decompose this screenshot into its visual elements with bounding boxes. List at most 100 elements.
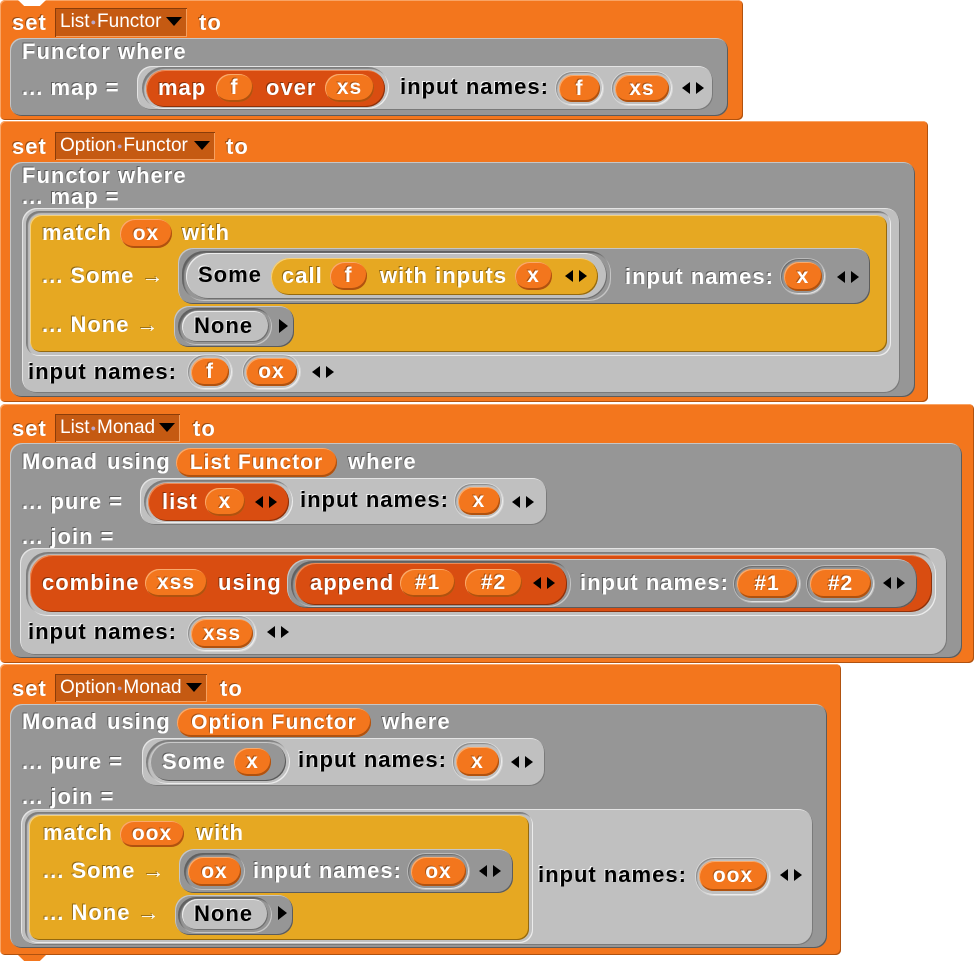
- space-dot: ●: [90, 17, 97, 28]
- right-arrow-icon[interactable]: [897, 577, 905, 589]
- variable-dropdown[interactable]: List●Monad: [55, 414, 180, 442]
- input-name-ox[interactable]: ox: [246, 358, 297, 386]
- map-field-label: ... map =: [22, 75, 120, 100]
- dropdown-arrow-icon[interactable]: [166, 17, 182, 26]
- right-arrow-icon[interactable]: [851, 271, 859, 283]
- input-names-label: input names:: [28, 359, 177, 384]
- input-names-label: input names:: [300, 487, 449, 512]
- input-names-label: input names:: [298, 747, 447, 772]
- set-label: set: [12, 10, 47, 35]
- left-arrow-icon[interactable]: [255, 496, 263, 508]
- space-dot: ●: [116, 682, 123, 693]
- input-name-#2[interactable]: #2: [810, 569, 871, 598]
- right-arrow-icon[interactable]: [269, 496, 277, 508]
- input-name-xss[interactable]: xss: [191, 619, 253, 648]
- to-label: to: [193, 416, 216, 441]
- left-arrow-icon[interactable]: [780, 869, 788, 881]
- variable-f[interactable]: f: [330, 262, 367, 290]
- right-arrow-icon[interactable]: [526, 496, 534, 508]
- input-name-oox[interactable]: oox: [699, 861, 767, 891]
- list-block-label: list: [162, 489, 198, 514]
- right-arrow-icon[interactable]: [281, 626, 289, 638]
- some-block-label: Some: [162, 749, 226, 774]
- functor-variable[interactable]: List Functor: [176, 448, 337, 477]
- input-name-#1[interactable]: #1: [737, 569, 797, 598]
- set-label: set: [12, 134, 47, 159]
- join-field-label: ... join =: [22, 524, 115, 549]
- left-arrow-icon[interactable]: [682, 82, 690, 94]
- left-arrow-icon[interactable]: [312, 366, 320, 378]
- call-label: call: [282, 263, 323, 288]
- right-arrow-icon[interactable]: [794, 869, 802, 881]
- none-case-label: ... None →: [43, 900, 161, 925]
- left-arrow-icon[interactable]: [565, 270, 573, 282]
- input-arrows: [312, 365, 336, 379]
- variable-xss[interactable]: xss: [145, 569, 207, 597]
- variable-ox[interactable]: ox: [188, 857, 241, 886]
- left-arrow-icon[interactable]: [533, 577, 541, 589]
- input-name-x[interactable]: x: [458, 487, 500, 515]
- variable-name: List●Monad: [60, 417, 156, 438]
- variable-dropdown[interactable]: List●Functor: [55, 8, 187, 37]
- pure-field-label: ... pure =: [22, 489, 124, 514]
- input-name-f[interactable]: f: [559, 75, 600, 102]
- variable-#1[interactable]: #1: [400, 569, 455, 597]
- variable-x[interactable]: x: [234, 748, 271, 776]
- type-name-label: Monad: [22, 709, 98, 734]
- match-label: match: [43, 820, 113, 845]
- left-arrow-icon[interactable]: [479, 865, 487, 877]
- some-block-label: Some: [198, 262, 262, 287]
- left-arrow-icon[interactable]: [512, 496, 520, 508]
- right-arrow-icon[interactable]: [326, 366, 334, 378]
- space-dot: ●: [116, 140, 123, 151]
- input-names-label: input names:: [625, 264, 774, 289]
- variable-oox[interactable]: oox: [120, 821, 184, 847]
- input-arrows: [780, 868, 804, 882]
- variable-dropdown[interactable]: Option●Monad: [55, 674, 207, 702]
- map-field-label: ... map =: [22, 184, 120, 209]
- variable-x[interactable]: x: [205, 488, 245, 516]
- variable-x[interactable]: x: [515, 262, 552, 290]
- input-arrows: [837, 270, 861, 284]
- right-arrow-icon[interactable]: [278, 906, 287, 920]
- input-name-x[interactable]: x: [456, 747, 499, 776]
- left-arrow-icon[interactable]: [511, 756, 519, 768]
- to-label: to: [226, 134, 249, 159]
- right-arrow-icon[interactable]: [579, 270, 587, 282]
- input-name-ox[interactable]: ox: [411, 857, 466, 886]
- input-arrows: [565, 269, 589, 283]
- over-label: over: [266, 75, 317, 100]
- left-arrow-icon[interactable]: [883, 577, 891, 589]
- right-arrow-icon[interactable]: [493, 865, 501, 877]
- right-arrow-icon[interactable]: [525, 756, 533, 768]
- type-name-label: Functor: [22, 39, 111, 64]
- dropdown-arrow-icon[interactable]: [194, 141, 210, 150]
- map-block-label: map: [158, 75, 207, 100]
- right-arrow-icon[interactable]: [547, 577, 555, 589]
- dropdown-arrow-icon[interactable]: [159, 423, 175, 432]
- input-arrows: [512, 495, 536, 509]
- variable-xs[interactable]: xs: [325, 74, 374, 102]
- variable-f[interactable]: f: [216, 74, 253, 102]
- variable-ox[interactable]: ox: [120, 219, 172, 248]
- functor-variable[interactable]: Option Functor: [177, 708, 371, 737]
- left-arrow-icon[interactable]: [837, 271, 845, 283]
- input-name-xs[interactable]: xs: [615, 75, 669, 102]
- input-names-label: input names:: [400, 74, 549, 99]
- right-arrow-icon[interactable]: [279, 319, 288, 333]
- variable-#2[interactable]: #2: [465, 569, 522, 597]
- some-case-label: ... Some →: [42, 263, 165, 288]
- input-arrows: [682, 81, 706, 95]
- input-name-x[interactable]: x: [784, 262, 822, 291]
- right-arrow-icon[interactable]: [696, 82, 704, 94]
- join-field-label: ... join =: [22, 784, 115, 809]
- input-names-label: input names:: [580, 570, 729, 595]
- dropdown-arrow-icon[interactable]: [186, 683, 202, 692]
- variable-name: List●Functor: [60, 11, 162, 33]
- left-arrow-icon[interactable]: [267, 626, 275, 638]
- input-name-f[interactable]: f: [191, 358, 229, 386]
- variable-dropdown[interactable]: Option●Functor: [55, 132, 215, 160]
- input-names-label: input names:: [28, 619, 177, 644]
- input-arrows: [267, 625, 291, 639]
- none-block-label: None: [194, 313, 253, 338]
